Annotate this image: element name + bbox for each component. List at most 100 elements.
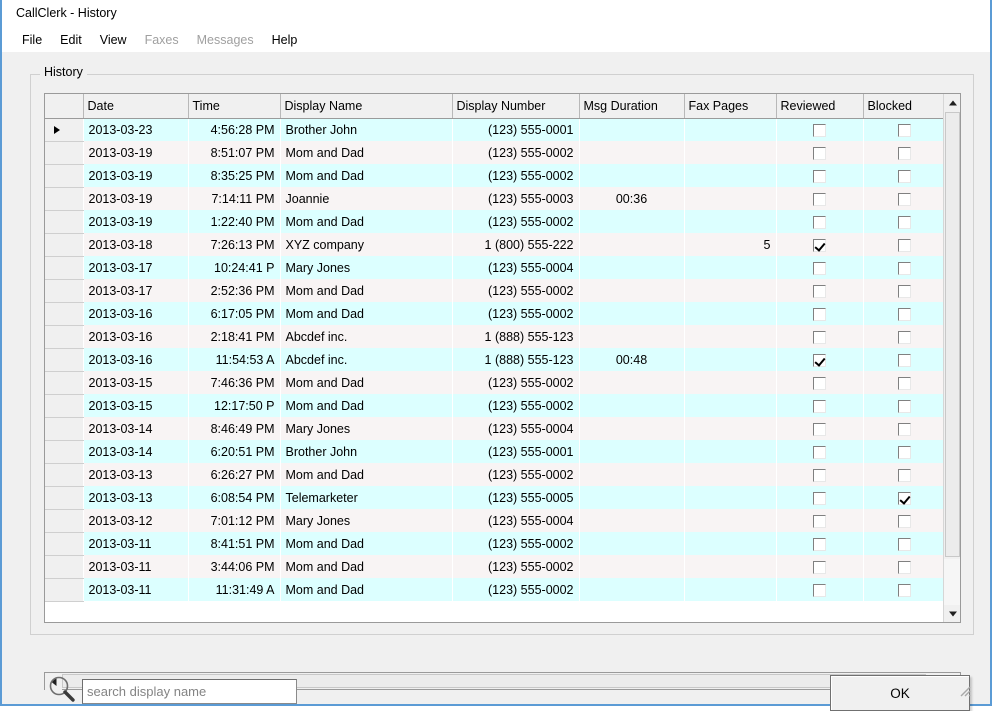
cell-blocked-checkbox[interactable]	[863, 417, 945, 440]
cell-fax-pages[interactable]	[684, 486, 776, 509]
table-row[interactable]: 2013-03-15 7:46:36 PM Mom and Dad (123) 555…	[45, 371, 945, 395]
table-row[interactable]: 2013-03-14 8:46:49 PM Mary Jones (123) 555-…	[45, 417, 945, 441]
row-header-cell[interactable]	[45, 486, 83, 510]
cell-reviewed-checkbox[interactable]	[776, 578, 863, 601]
reviewed-checkbox[interactable]	[813, 238, 826, 252]
cell-date[interactable]: 2013-03-17	[83, 256, 188, 279]
column-header-msg-duration[interactable]: Msg Duration	[579, 94, 685, 119]
cell-date[interactable]: 2013-03-14	[83, 440, 188, 463]
cell-display-name[interactable]: Mom and Dad	[280, 164, 452, 187]
cell-date[interactable]: 2013-03-11	[83, 532, 188, 555]
blocked-checkbox[interactable]	[897, 169, 911, 183]
cell-date[interactable]: 2013-03-16	[83, 302, 188, 325]
cell-time[interactable]: 3:44:06 PM	[188, 555, 280, 578]
cell-fax-pages[interactable]	[684, 325, 776, 348]
cell-reviewed-checkbox[interactable]	[776, 302, 863, 325]
cell-fax-pages[interactable]	[684, 417, 776, 440]
menu-item-edit[interactable]: Edit	[51, 31, 91, 50]
column-header-date[interactable]: Date	[83, 94, 189, 119]
cell-display-number[interactable]: (123) 555-0004	[452, 256, 579, 279]
cell-reviewed-checkbox[interactable]	[776, 417, 863, 440]
scroll-down-button[interactable]	[944, 605, 960, 622]
row-header-cell[interactable]	[45, 302, 83, 326]
row-header-cell[interactable]	[45, 394, 83, 418]
column-header-fax-pages[interactable]: Fax Pages	[684, 94, 777, 119]
cell-reviewed-checkbox[interactable]	[776, 164, 863, 187]
cell-display-name[interactable]: Mom and Dad	[280, 141, 452, 164]
cell-display-name[interactable]: Joannie	[280, 187, 452, 210]
table-row[interactable]: 2013-03-19 8:35:25 PM Mom and Dad (123) 555…	[45, 164, 945, 188]
cell-date[interactable]: 2013-03-13	[83, 463, 188, 486]
cell-msg-duration[interactable]: 00:36	[579, 187, 684, 210]
blocked-checkbox[interactable]	[897, 238, 911, 252]
cell-display-number[interactable]: (123) 555-0001	[452, 440, 579, 463]
cell-blocked-checkbox[interactable]	[863, 118, 945, 141]
column-header-time[interactable]: Time	[188, 94, 281, 119]
row-header-cell[interactable]	[45, 325, 83, 349]
cell-display-number[interactable]: (123) 555-0002	[452, 463, 579, 486]
cell-reviewed-checkbox[interactable]	[776, 256, 863, 279]
cell-display-number[interactable]: (123) 555-0002	[452, 371, 579, 394]
cell-reviewed-checkbox[interactable]	[776, 463, 863, 486]
cell-time[interactable]: 2:18:41 PM	[188, 325, 280, 348]
cell-display-number[interactable]: (123) 555-0002	[452, 210, 579, 233]
cell-date[interactable]: 2013-03-19	[83, 187, 188, 210]
cell-date[interactable]: 2013-03-16	[83, 325, 188, 348]
cell-date[interactable]: 2013-03-14	[83, 417, 188, 440]
row-header-cell[interactable]	[45, 509, 83, 533]
cell-time[interactable]: 6:20:51 PM	[188, 440, 280, 463]
cell-reviewed-checkbox[interactable]	[776, 279, 863, 302]
reviewed-checkbox[interactable]	[813, 399, 826, 413]
reviewed-checkbox[interactable]	[813, 169, 826, 183]
row-header-cell[interactable]	[45, 371, 83, 395]
cell-msg-duration[interactable]	[579, 486, 684, 509]
cell-display-number[interactable]: (123) 555-0002	[452, 279, 579, 302]
reviewed-checkbox[interactable]	[813, 146, 826, 160]
cell-display-number[interactable]: (123) 555-0004	[452, 417, 579, 440]
cell-time[interactable]: 6:26:27 PM	[188, 463, 280, 486]
reviewed-checkbox[interactable]	[813, 560, 826, 574]
reviewed-checkbox[interactable]	[813, 514, 826, 528]
table-row[interactable]: 2013-03-15 12:17:50 P Mom and Dad (123) 555…	[45, 394, 945, 418]
row-header-cell[interactable]	[45, 555, 83, 579]
table-row[interactable]: 2013-03-16 2:18:41 PM Abcdef inc. 1 (888) 5…	[45, 325, 945, 349]
cell-msg-duration[interactable]	[579, 141, 684, 164]
cell-time[interactable]: 2:52:36 PM	[188, 279, 280, 302]
reviewed-checkbox[interactable]	[813, 215, 826, 229]
table-row[interactable]: 2013-03-16 11:54:53 A Abcdef inc. 1 (888) 5…	[45, 348, 945, 372]
cell-blocked-checkbox[interactable]	[863, 509, 945, 532]
blocked-checkbox[interactable]	[897, 514, 911, 528]
cell-reviewed-checkbox[interactable]	[776, 555, 863, 578]
cell-time[interactable]: 11:54:53 A	[188, 348, 280, 371]
cell-blocked-checkbox[interactable]	[863, 348, 945, 371]
table-row[interactable]: 2013-03-14 6:20:51 PM Brother John (123) 55…	[45, 440, 945, 464]
cell-msg-duration[interactable]	[579, 509, 684, 532]
blocked-checkbox[interactable]	[897, 422, 911, 436]
cell-reviewed-checkbox[interactable]	[776, 440, 863, 463]
cell-reviewed-checkbox[interactable]	[776, 141, 863, 164]
cell-fax-pages[interactable]	[684, 371, 776, 394]
cell-fax-pages[interactable]	[684, 187, 776, 210]
cell-fax-pages[interactable]	[684, 578, 776, 601]
row-header-cell[interactable]	[45, 118, 83, 142]
row-header-cell[interactable]	[45, 440, 83, 464]
row-header-cell[interactable]	[45, 233, 83, 257]
reviewed-checkbox[interactable]	[813, 445, 826, 459]
cell-fax-pages[interactable]	[684, 141, 776, 164]
cell-time[interactable]: 1:22:40 PM	[188, 210, 280, 233]
cell-fax-pages[interactable]	[684, 279, 776, 302]
cell-msg-duration[interactable]	[579, 578, 684, 601]
vertical-scrollbar[interactable]	[943, 94, 960, 622]
table-row[interactable]: 2013-03-19 8:51:07 PM Mom and Dad (123) 555…	[45, 141, 945, 165]
row-header-cell[interactable]	[45, 463, 83, 487]
row-header-cell[interactable]	[45, 164, 83, 188]
cell-blocked-checkbox[interactable]	[863, 233, 945, 256]
cell-msg-duration[interactable]	[579, 164, 684, 187]
cell-date[interactable]: 2013-03-11	[83, 578, 188, 601]
reviewed-checkbox[interactable]	[813, 261, 826, 275]
cell-display-name[interactable]: Mary Jones	[280, 256, 452, 279]
cell-msg-duration[interactable]	[579, 394, 684, 417]
cell-display-name[interactable]: Mom and Dad	[280, 371, 452, 394]
blocked-checkbox[interactable]	[897, 491, 911, 505]
cell-msg-duration[interactable]	[579, 118, 684, 141]
